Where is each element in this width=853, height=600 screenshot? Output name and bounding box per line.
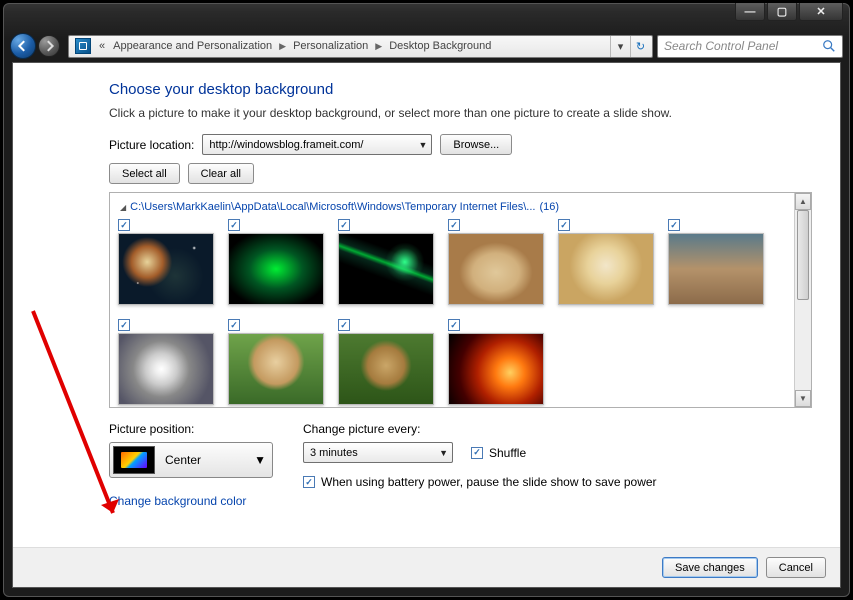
control-panel-icon — [75, 38, 91, 54]
picture-item[interactable] — [228, 319, 324, 405]
picture-item[interactable] — [448, 319, 544, 405]
picture-checkbox[interactable] — [118, 219, 130, 231]
maximize-button[interactable]: ▢ — [767, 3, 797, 21]
scrollbar-thumb[interactable] — [797, 210, 809, 300]
shuffle-label: Shuffle — [489, 446, 526, 460]
picture-thumbnail[interactable] — [228, 333, 324, 405]
cancel-button[interactable]: Cancel — [766, 557, 826, 578]
picture-thumbnail[interactable] — [118, 333, 214, 405]
gallery-scrollbar[interactable]: ▲ ▼ — [794, 193, 811, 407]
picture-thumbnail[interactable] — [668, 233, 764, 305]
picture-checkbox[interactable] — [228, 219, 240, 231]
page-title: Choose your desktop background — [109, 81, 812, 98]
picture-item[interactable] — [448, 219, 544, 305]
select-all-button[interactable]: Select all — [109, 163, 180, 184]
change-background-color-link[interactable]: Change background color — [109, 494, 281, 508]
collapse-icon[interactable]: ◢ — [120, 203, 126, 212]
picture-thumbnail[interactable] — [558, 233, 654, 305]
picture-item[interactable] — [338, 219, 434, 305]
picture-position-value: Center — [155, 453, 254, 467]
save-changes-button[interactable]: Save changes — [662, 557, 758, 578]
battery-checkbox[interactable]: When using battery power, pause the slid… — [303, 475, 657, 489]
back-button[interactable] — [10, 33, 36, 59]
gallery-path: C:\Users\MarkKaelin\AppData\Local\Micros… — [130, 201, 535, 213]
picture-checkbox[interactable] — [338, 219, 350, 231]
picture-position-label: Picture position: — [109, 422, 281, 436]
picture-item[interactable] — [118, 219, 214, 305]
close-button[interactable]: ✕ — [799, 3, 843, 21]
picture-checkbox[interactable] — [448, 219, 460, 231]
address-bar[interactable]: « Appearance and Personalization ▶ Perso… — [68, 35, 653, 58]
page-instruction: Click a picture to make it your desktop … — [109, 106, 812, 120]
checkbox-icon — [303, 476, 315, 488]
chevron-down-icon: ▼ — [418, 140, 427, 150]
picture-checkbox[interactable] — [668, 219, 680, 231]
picture-checkbox[interactable] — [118, 319, 130, 331]
breadcrumb-segment[interactable]: Appearance and Personalization — [109, 40, 276, 52]
picture-gallery: ◢ C:\Users\MarkKaelin\AppData\Local\Micr… — [109, 192, 812, 408]
picture-thumbnail[interactable] — [118, 233, 214, 305]
picture-position-dropdown[interactable]: Center ▼ — [109, 442, 273, 478]
dialog-footer: Save changes Cancel — [13, 547, 840, 587]
address-dropdown-button[interactable]: ▾ — [610, 36, 630, 57]
titlebar[interactable]: — ▢ ✕ — [4, 4, 849, 30]
refresh-button[interactable]: ↻ — [630, 36, 650, 57]
browse-button[interactable]: Browse... — [440, 134, 512, 155]
chevron-down-icon: ▼ — [254, 453, 266, 467]
change-picture-value: 3 minutes — [310, 447, 439, 459]
shuffle-checkbox[interactable]: Shuffle — [471, 446, 526, 460]
picture-item[interactable] — [668, 219, 764, 305]
picture-item[interactable] — [228, 219, 324, 305]
scroll-down-button[interactable]: ▼ — [795, 390, 811, 407]
picture-checkbox[interactable] — [228, 319, 240, 331]
gallery-count: (16) — [539, 201, 559, 213]
gallery-group-header[interactable]: ◢ C:\Users\MarkKaelin\AppData\Local\Micr… — [120, 201, 790, 213]
minimize-button[interactable]: — — [735, 3, 765, 21]
picture-item[interactable] — [118, 319, 214, 405]
picture-thumbnail[interactable] — [448, 233, 544, 305]
picture-checkbox[interactable] — [448, 319, 460, 331]
picture-thumbnail[interactable] — [338, 233, 434, 305]
position-preview-icon — [113, 446, 155, 474]
chevron-right-icon: ▶ — [276, 41, 289, 52]
picture-thumbnail[interactable] — [228, 233, 324, 305]
navigation-bar: « Appearance and Personalization ▶ Perso… — [4, 30, 849, 62]
search-input[interactable]: Search Control Panel — [657, 35, 843, 58]
picture-location-value: http://windowsblog.frameit.com/ — [209, 139, 418, 151]
search-icon — [822, 39, 836, 53]
breadcrumb-lead[interactable]: « — [95, 40, 109, 52]
breadcrumb-segment[interactable]: Personalization — [289, 40, 372, 52]
picture-item[interactable] — [558, 219, 654, 305]
change-picture-dropdown[interactable]: 3 minutes ▼ — [303, 442, 453, 463]
control-panel-window: — ▢ ✕ « Appearance and Personalization ▶… — [3, 3, 850, 597]
picture-location-dropdown[interactable]: http://windowsblog.frameit.com/ ▼ — [202, 134, 432, 155]
picture-checkbox[interactable] — [558, 219, 570, 231]
chevron-right-icon: ▶ — [372, 41, 385, 52]
picture-item[interactable] — [338, 319, 434, 405]
scroll-up-button[interactable]: ▲ — [795, 193, 811, 210]
breadcrumb-segment[interactable]: Desktop Background — [385, 40, 495, 52]
search-placeholder: Search Control Panel — [664, 39, 822, 53]
battery-label: When using battery power, pause the slid… — [321, 475, 657, 489]
checkbox-icon — [471, 447, 483, 459]
forward-button[interactable] — [38, 35, 60, 57]
chevron-down-icon: ▼ — [439, 448, 448, 458]
picture-location-label: Picture location: — [109, 138, 194, 152]
picture-thumbnail[interactable] — [338, 333, 434, 405]
clear-all-button[interactable]: Clear all — [188, 163, 254, 184]
change-picture-label: Change picture every: — [303, 422, 657, 436]
picture-thumbnail[interactable] — [448, 333, 544, 405]
picture-checkbox[interactable] — [338, 319, 350, 331]
